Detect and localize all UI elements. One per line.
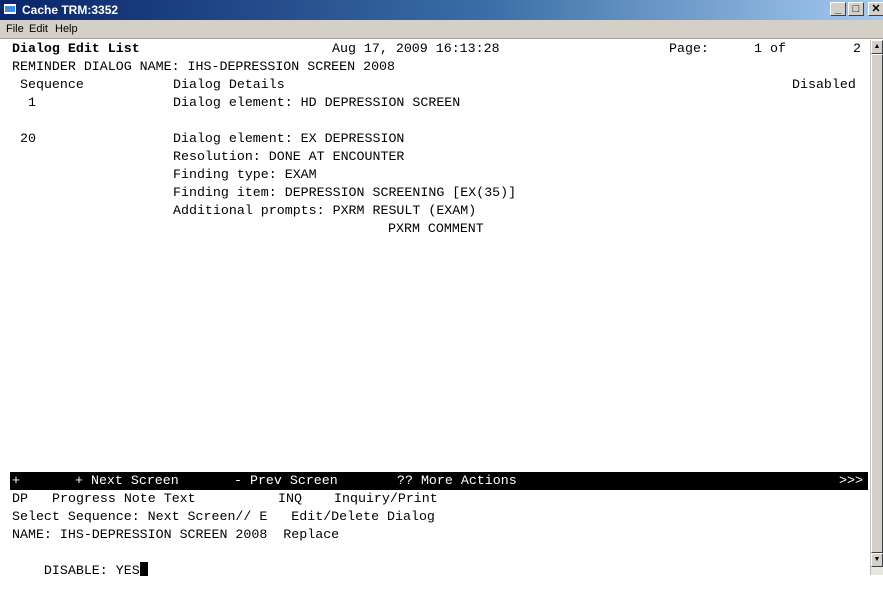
reminder-name-line: REMINDER DIALOG NAME: IHS-DEPRESSION SCR… [12, 59, 396, 74]
terminal-screen[interactable]: Dialog Edit List Aug 17, 2009 16:13:28 P… [10, 40, 868, 578]
scroll-thumb[interactable] [871, 54, 883, 553]
table-row[interactable]: 20 Dialog element: EX DEPRESSION [12, 130, 868, 148]
row-sequence: 20 [20, 131, 36, 146]
action-bar: + + Next Screen - Prev Screen ?? More Ac… [10, 472, 868, 490]
page-current: 1 of [754, 41, 786, 56]
scroll-up-arrow-icon[interactable]: ▲ [871, 40, 883, 54]
more-arrows[interactable]: >>> [839, 472, 863, 490]
column-disabled: Disabled [792, 77, 856, 92]
select-sequence-prompt: Select Sequence: Next Screen// E Edit/De… [12, 509, 435, 524]
column-details: Dialog Details [173, 77, 285, 92]
table-row[interactable]: 1 Dialog element: HD DEPRESSION SCREEN [12, 94, 868, 112]
dp-action-label: Progress Note Text [52, 491, 196, 506]
page-total: 2 [853, 41, 861, 56]
header-line: Dialog Edit List Aug 17, 2009 16:13:28 P… [12, 40, 868, 58]
disable-prompt[interactable]: DISABLE: YES [44, 563, 140, 578]
column-sequence: Sequence [20, 77, 84, 92]
minimize-button[interactable]: _ [830, 2, 846, 16]
vertical-scrollbar[interactable]: ▲ ▼ [870, 40, 883, 575]
terminal-app-icon [3, 3, 17, 15]
next-screen-action[interactable]: + Next Screen [75, 472, 179, 490]
row-sequence: 1 [28, 95, 36, 110]
screen-title: Dialog Edit List [12, 41, 140, 56]
actions-line: DP Progress Note Text INQ Inquiry/Print [12, 490, 868, 508]
row-detail: Dialog element: EX DEPRESSION [173, 131, 405, 146]
action-plus[interactable]: + [12, 472, 20, 490]
scroll-down-arrow-icon[interactable]: ▼ [871, 553, 883, 567]
row-detail: Finding item: DEPRESSION SCREENING [EX(3… [173, 185, 517, 200]
window-title: Cache TRM:3352 [22, 3, 119, 17]
title-bar[interactable]: Cache TRM:3352 _ □ ✕ [0, 0, 883, 20]
row-detail: Additional prompts: PXRM RESULT (EXAM) [173, 203, 477, 218]
header-datetime: Aug 17, 2009 16:13:28 [332, 41, 500, 56]
inq-action-code[interactable]: INQ [278, 490, 302, 508]
row-detail: Dialog element: HD DEPRESSION SCREEN [173, 95, 461, 110]
column-header-line: Sequence Dialog Details Disabled [12, 76, 868, 94]
name-prompt: NAME: IHS-DEPRESSION SCREEN 2008 Replace [12, 527, 340, 542]
menu-file[interactable]: File [6, 23, 24, 35]
text-cursor [139, 562, 148, 576]
disable-prompt-line[interactable]: DISABLE: YES [12, 544, 148, 578]
dp-action-code[interactable]: DP [12, 490, 28, 508]
row-detail: PXRM COMMENT [388, 221, 484, 236]
close-button[interactable]: ✕ [868, 2, 883, 16]
row-detail: Finding type: EXAM [173, 167, 317, 182]
row-detail: Resolution: DONE AT ENCOUNTER [173, 149, 405, 164]
prev-screen-action[interactable]: - Prev Screen [234, 472, 338, 490]
page-label: Page: [669, 41, 709, 56]
menu-edit[interactable]: Edit [29, 23, 48, 35]
menu-help[interactable]: Help [55, 23, 78, 35]
menu-bar: File Edit Help [0, 20, 883, 39]
inq-action-label: Inquiry/Print [334, 491, 438, 506]
maximize-button[interactable]: □ [848, 2, 864, 16]
more-actions-action[interactable]: ?? More Actions [397, 472, 517, 490]
